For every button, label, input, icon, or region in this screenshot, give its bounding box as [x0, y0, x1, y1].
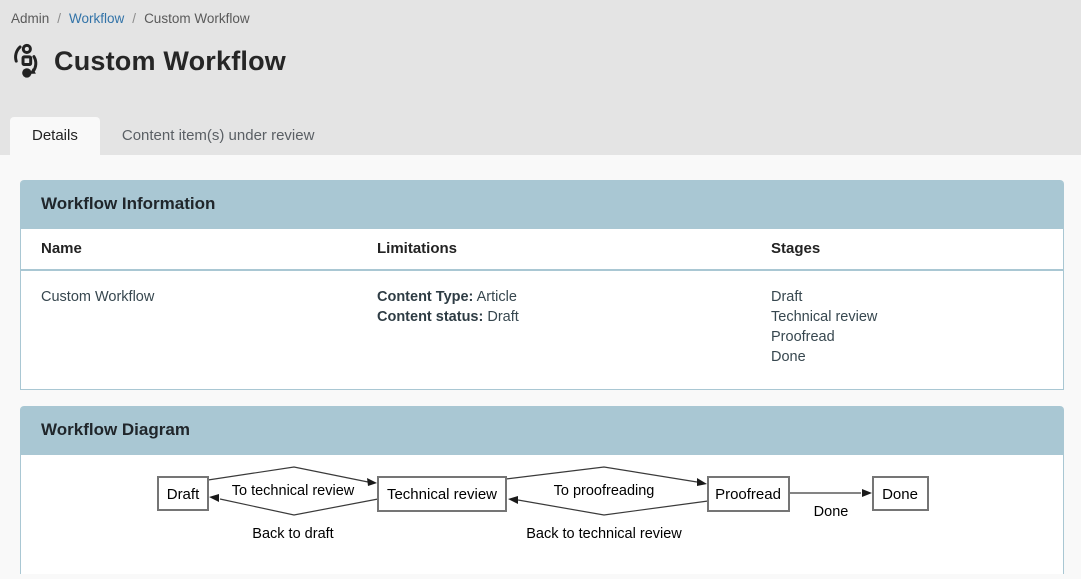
tab-bar: Details Content item(s) under review — [10, 117, 336, 155]
breadcrumb-item-workflow[interactable]: Workflow — [69, 11, 124, 26]
stages-cell: Draft Technical review Proofread Done — [751, 270, 1063, 389]
node-done-label: Done — [882, 486, 918, 503]
stage-item: Done — [771, 347, 1043, 367]
stage-item: Proofread — [771, 327, 1043, 347]
breadcrumb-separator: / — [132, 11, 136, 26]
edge-back-to-draft — [220, 499, 378, 515]
limitation-label: Content status: — [377, 309, 483, 325]
transition-label-to-technical-review: To technical review — [232, 483, 355, 499]
page-title: Custom Workflow — [54, 46, 286, 77]
column-header-name: Name — [21, 229, 357, 270]
title-row: Custom Workflow — [0, 26, 1081, 79]
transition-label-done: Done — [814, 504, 849, 520]
node-proofread-label: Proofread — [715, 486, 781, 503]
node-technical-review-label: Technical review — [387, 486, 497, 503]
arrowhead — [862, 489, 872, 497]
arrowhead — [209, 494, 219, 502]
node-draft-label: Draft — [167, 486, 200, 503]
limitation-value: Article — [477, 289, 517, 305]
breadcrumb-item-current: Custom Workflow — [144, 11, 250, 26]
arrowhead — [367, 478, 377, 486]
limitation-content-status: Content status: Draft — [377, 307, 731, 327]
breadcrumb: Admin / Workflow / Custom Workflow — [0, 0, 1081, 26]
column-header-stages: Stages — [751, 229, 1063, 270]
transition-label-to-proofreading: To proofreading — [554, 483, 655, 499]
workflow-diagram-svg: Draft Technical review Proofread Done To… — [21, 455, 1063, 574]
workflow-diagram: Draft Technical review Proofread Done To… — [21, 455, 1063, 574]
limitations-cell: Content Type: Article Content status: Dr… — [357, 270, 751, 389]
edge-to-proofreading — [506, 467, 697, 482]
stage-item: Technical review — [771, 307, 1043, 327]
tab-content: Workflow Information Name Limitations St… — [0, 155, 1081, 574]
transition-label-back-to-technical-review: Back to technical review — [526, 526, 682, 542]
arrowhead — [697, 478, 707, 486]
limitation-label: Content Type: — [377, 289, 473, 305]
table-header-row: Name Limitations Stages — [21, 229, 1063, 270]
table-row: Custom Workflow Content Type: Article Co… — [21, 270, 1063, 389]
workflow-name-cell: Custom Workflow — [21, 270, 357, 389]
tab-content-items-under-review[interactable]: Content item(s) under review — [100, 117, 337, 155]
workflow-information-table: Name Limitations Stages Custom Workflow … — [21, 229, 1063, 389]
breadcrumb-separator: / — [57, 11, 61, 26]
arrowhead — [508, 496, 518, 504]
limitation-content-type: Content Type: Article — [377, 287, 731, 307]
transition-label-back-to-draft: Back to draft — [252, 526, 333, 542]
workflow-information-title: Workflow Information — [21, 180, 1063, 229]
edge-to-technical-review — [208, 467, 368, 482]
limitation-value: Draft — [487, 309, 518, 325]
page-header: Admin / Workflow / Custom Workflow Custo… — [0, 0, 1081, 155]
workflow-icon — [9, 43, 43, 79]
workflow-diagram-panel: Workflow Diagram Draft Tec — [20, 406, 1064, 574]
column-header-limitations: Limitations — [357, 229, 751, 270]
workflow-diagram-title: Workflow Diagram — [21, 406, 1063, 455]
edge-back-to-technical-review — [518, 500, 708, 515]
breadcrumb-item-admin[interactable]: Admin — [11, 11, 49, 26]
tab-details[interactable]: Details — [10, 117, 100, 155]
workflow-information-panel: Workflow Information Name Limitations St… — [20, 180, 1064, 390]
stage-item: Draft — [771, 287, 1043, 307]
